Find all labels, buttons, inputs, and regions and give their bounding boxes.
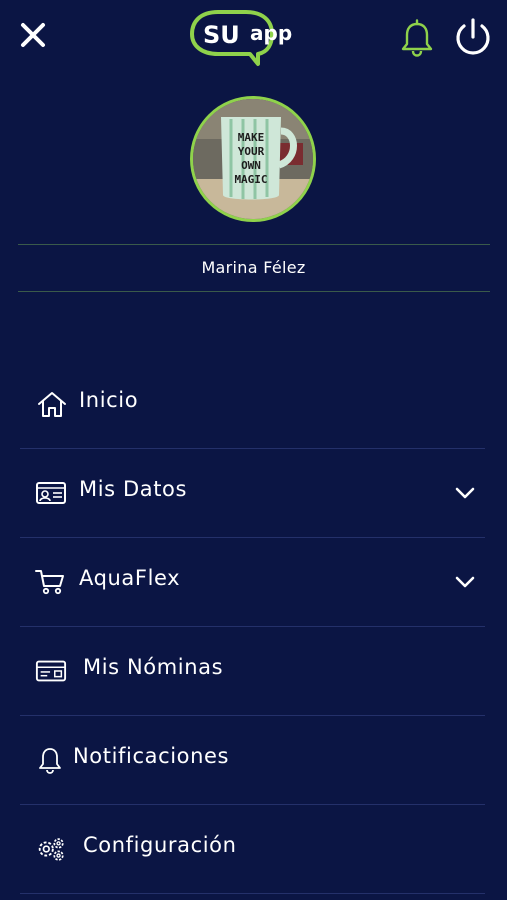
- chevron-down-icon[interactable]: [454, 575, 476, 589]
- menu-item-label: Mis Datos: [79, 477, 188, 501]
- close-icon: [21, 23, 45, 47]
- menu-item-mis-nominas[interactable]: Mis Nóminas: [0, 627, 507, 716]
- id-card-icon: [36, 482, 66, 504]
- side-menu: Inicio Mis Datos AquaFlex Mis Nóminas No…: [0, 360, 507, 894]
- close-button[interactable]: [16, 18, 50, 52]
- menu-item-label: Notificaciones: [73, 744, 230, 768]
- menu-item-label: AquaFlex: [79, 566, 181, 590]
- menu-item-configuracion[interactable]: Configuración: [0, 805, 507, 894]
- payslip-icon: [35, 660, 67, 682]
- home-icon: [38, 392, 66, 417]
- menu-item-inicio[interactable]: Inicio: [0, 360, 507, 449]
- avatar-photo: MAKE YOUR OWN MAGIC: [193, 99, 313, 219]
- chevron-down-icon[interactable]: [454, 486, 476, 500]
- menu-item-label: Mis Nóminas: [83, 655, 224, 679]
- avatar-text-line: MAKE: [238, 131, 265, 144]
- menu-item-notificaciones[interactable]: Notificaciones: [0, 716, 507, 805]
- menu-item-label: Inicio: [79, 388, 139, 412]
- bell-icon: [401, 19, 433, 57]
- notifications-button[interactable]: [397, 18, 437, 58]
- avatar-text-line: OWN: [241, 159, 261, 172]
- avatar-text-line: YOUR: [238, 145, 265, 158]
- menu-item-aquaflex[interactable]: AquaFlex: [0, 538, 507, 627]
- logo-text-sub: app: [250, 21, 292, 45]
- menu-item-mis-datos[interactable]: Mis Datos: [0, 449, 507, 538]
- app-logo: SU app: [188, 6, 298, 68]
- divider: [18, 291, 490, 292]
- avatar[interactable]: MAKE YOUR OWN MAGIC: [190, 96, 316, 222]
- cart-icon: [35, 570, 64, 595]
- top-bar: SU app: [0, 0, 507, 80]
- menu-item-label: Configuración: [83, 833, 237, 857]
- power-icon: [456, 18, 490, 55]
- avatar-text-line: MAGIC: [234, 173, 267, 186]
- bell-icon: [39, 748, 61, 774]
- user-name: Marina Félez: [201, 258, 306, 277]
- gears-icon: [38, 838, 64, 861]
- logo-text-main: SU: [203, 21, 240, 49]
- divider: [20, 893, 485, 894]
- logout-button[interactable]: [452, 16, 494, 58]
- divider: [18, 244, 490, 245]
